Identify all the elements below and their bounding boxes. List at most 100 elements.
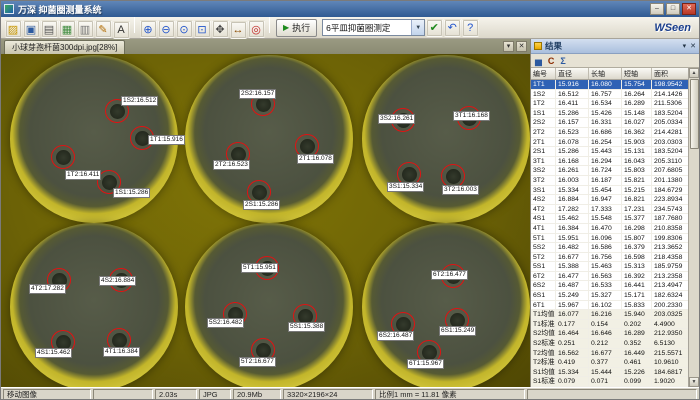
marker-icon[interactable]: ◎ [248,20,265,38]
table-row[interactable]: 6S216.48716.53316.441213.4947 [531,281,688,291]
table-row[interactable]: 1S115.28615.42615.148183.5204 [531,109,688,119]
value-cell: 16.441 [622,281,652,290]
print-icon[interactable]: ▤ [41,20,58,38]
panel-close-icon[interactable]: ✕ [690,42,696,50]
image-tab[interactable]: 小球芽孢杆菌300dpi.jpg[28%] [4,40,125,54]
column-header[interactable]: 长轴 [589,68,622,79]
pan-icon[interactable]: ✥ [212,20,229,38]
measurement-label: 3S1:15.334 [387,182,424,192]
table-row[interactable]: 4T217.28217.33317.231234.5743 [531,205,688,215]
save-icon[interactable]: ▣ [23,20,40,38]
chart-icon[interactable]: ▅ [535,55,542,67]
table-row[interactable]: 1T216.41116.53416.289211.5306 [531,99,688,109]
table-row[interactable]: 4S115.46215.54815.377187.7680 [531,214,688,224]
scroll-up-icon[interactable]: ▲ [689,68,699,78]
tab-scroll-icon[interactable]: ▾ [503,41,514,52]
table-row[interactable]: 2S115.28615.44315.131183.5204 [531,147,688,157]
value-cell: 16.384 [556,224,589,233]
chevron-down-icon[interactable]: ▼ [411,20,424,35]
execute-button[interactable]: ▶ 执行 [276,19,317,37]
colony [112,333,127,348]
minimize-button[interactable]: – [650,3,664,15]
table-row[interactable]: S2均值16.46416.64616.289212.9350 [531,329,688,339]
value-cell: 16.096 [589,234,622,243]
table-row[interactable]: S1均值15.33415.44415.226184.6817 [531,368,688,378]
column-header[interactable]: 编号 [531,68,556,79]
value-cell: 16.264 [622,90,652,99]
undo-icon[interactable]: ↶ [444,19,461,37]
table-header: 编号直径长轴短轴面积 [531,68,688,80]
value-cell: 15.226 [622,368,652,377]
colony-marker[interactable] [51,145,75,169]
column-header[interactable]: 面积 [652,68,688,79]
scroll-down-icon[interactable]: ▼ [689,377,699,387]
tab-close-icon[interactable]: ✕ [516,41,527,52]
table-row[interactable]: 4S216.88416.94716.821223.8934 [531,195,688,205]
main-area: 小球芽孢杆菌300dpi.jpg[28%] ▾ ✕ 1S2:16.5121T1:… [1,39,699,387]
image-canvas[interactable]: 1S2:16.5121T1:15.9161T2:16.4111S1:15.286… [1,54,530,387]
zoom-fit-icon[interactable]: ⊙ [176,20,193,38]
table-row[interactable]: 5T216.67716.75616.598218.4358 [531,253,688,263]
table-row[interactable]: T2标准差0.4190.3770.46110.9610 [531,358,688,368]
zoom-out-icon[interactable]: ⊖ [158,20,175,38]
row-id-cell: 2T1 [531,138,556,147]
apply-icon[interactable]: ✔ [426,19,443,37]
table-row[interactable]: 2S216.15716.33116.027205.0334 [531,118,688,128]
results-toolbar: ▅ CΣ [531,54,699,68]
measurement-label: 6S1:15.249 [439,326,476,336]
value-cell: 0.202 [622,320,652,329]
value-cell: 6.5130 [652,339,688,348]
table-row[interactable]: 6S115.24915.32715.171182.6324 [531,291,688,301]
toolbar-separator [269,17,270,33]
close-button[interactable]: ✕ [682,3,696,15]
measurement-label: 1T1:15.916 [148,135,185,145]
row-id-cell: 3T2 [531,176,556,185]
column-header[interactable]: 直径 [556,68,589,79]
zoom-actual-icon[interactable]: ⊡ [194,20,211,38]
column-header[interactable]: 短轴 [622,68,652,79]
table-row[interactable]: 1S216.51216.75716.264214.1426 [531,90,688,100]
maximize-button[interactable]: □ [666,3,680,15]
copy-results-icon[interactable]: C [548,55,555,67]
table-row[interactable]: 6T216.47716.56316.392213.2358 [531,272,688,282]
table-scrollbar[interactable]: ▲ ▼ [688,68,699,387]
value-cell: 207.6805 [652,166,688,175]
value-cell: 16.512 [556,90,589,99]
sum-icon[interactable]: Σ [560,55,565,67]
scrollbar-thumb[interactable] [690,79,699,149]
image-icon[interactable]: ▦ [59,20,76,38]
copy-icon[interactable]: ▥ [77,20,94,38]
mode-select[interactable]: 6平皿抑菌圈测定 ▼ [322,19,425,36]
measure-icon[interactable]: ↔ [230,21,247,39]
table-row[interactable]: 5S216.48216.58616.379213.3652 [531,243,688,253]
table-row[interactable]: 2T116.07816.25415.903203.0303 [531,138,688,148]
panel-menu-icon[interactable]: ▾ [683,42,687,50]
table-row[interactable]: T2均值16.56216.67716.449215.5571 [531,349,688,359]
table-row[interactable]: T1标准差0.1770.1540.2024.4900 [531,320,688,330]
table-row[interactable]: 1T115.91616.08015.754198.9542 [531,80,688,90]
table-row[interactable]: T1均值16.07716.21615.940203.0325 [531,310,688,320]
table-row[interactable]: S2标准差0.2510.2120.3526.5130 [531,339,688,349]
table-row[interactable]: 3S115.33415.45415.215184.6729 [531,186,688,196]
row-id-cell: 1T2 [531,99,556,108]
table-row[interactable]: 6T115.96716.10215.833200.2330 [531,301,688,311]
value-cell: 16.168 [556,157,589,166]
pencil-icon[interactable]: ✎ [95,20,112,38]
text-tool-icon[interactable]: A [113,21,130,39]
open-icon[interactable]: ▨ [5,20,22,38]
table-row[interactable]: 5S115.38815.46315.313185.9759 [531,262,688,272]
table-row[interactable]: S1标准差0.0790.0710.0991.9020 [531,377,688,387]
value-cell: 213.3652 [652,243,688,252]
zoom-in-icon[interactable]: ⊕ [140,20,157,38]
table-row[interactable]: 5T115.95116.09615.807199.8306 [531,234,688,244]
row-id-cell: 5S1 [531,262,556,271]
table-row[interactable]: 3T116.16816.29416.043205.3110 [531,157,688,167]
help-icon[interactable]: ? [462,19,479,37]
status-bar: 移动图像2.03sJPG20.9Mb3320×2196×24比例1 mm = 1… [1,387,699,400]
table-row[interactable]: 3T216.00316.18715.821201.1380 [531,176,688,186]
table-row[interactable]: 3S216.26116.72415.803207.6805 [531,166,688,176]
window-title: 万深 抑菌圈测量系统 [18,3,102,16]
value-cell: 16.562 [556,349,589,358]
table-row[interactable]: 2T216.52316.68616.362214.4281 [531,128,688,138]
table-row[interactable]: 4T116.38416.47016.298210.8358 [531,224,688,234]
